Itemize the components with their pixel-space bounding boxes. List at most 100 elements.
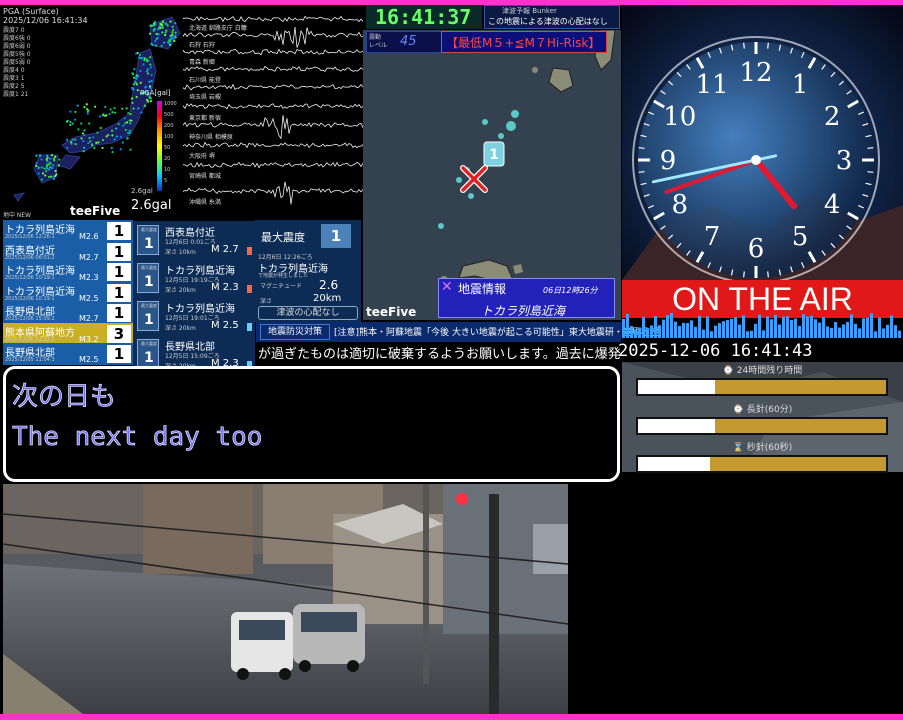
- analog-clock-panel: 12 1 2 3 4 5 6 7 8 9 10 11: [622, 5, 903, 280]
- card-intensity-box: 最大震度 1: [137, 301, 159, 331]
- clock-tick: [743, 271, 745, 278]
- eq-list-row[interactable]: トカラ列島近海 2025/12/06 10:19:1 M2.3 1: [3, 261, 133, 283]
- spectrum-bar: [850, 314, 853, 338]
- spectrum-bar: [698, 315, 701, 338]
- spectrum-bar: [674, 321, 677, 338]
- clock-center: [751, 155, 761, 165]
- spectrum-bar: [638, 327, 641, 338]
- spectrum-bar: [818, 322, 821, 338]
- card-color-marker: [247, 323, 252, 331]
- earthquake-list: トカラ列島近海 2025/12/06 12:26:1 M2.6 1 西表島付近 2025/…: [3, 220, 133, 365]
- wave-label: 青森 新郷: [189, 59, 215, 66]
- spectrum-bar: [802, 314, 805, 338]
- spectrum-bar: [662, 319, 665, 338]
- clock-number: 11: [695, 70, 728, 100]
- progress-fill: [638, 457, 710, 471]
- progress-bar-second: [636, 455, 888, 473]
- eq-list-row[interactable]: 長野県北部 2025/12/05 11:04:3 M2.5 1: [3, 343, 133, 365]
- clock-number: 12: [739, 58, 772, 88]
- pga-color-scale: [157, 101, 162, 191]
- eq-info-time: 06日12時26分: [543, 286, 598, 295]
- eq-list-intensity: 1: [107, 304, 131, 322]
- shaking-level-value: 45: [400, 34, 417, 49]
- eq-list-intensity: 1: [107, 263, 131, 281]
- progress-label-second: ⌛ 秒針(60秒): [732, 443, 793, 453]
- shaking-level-label: 震動 レベル: [369, 34, 388, 49]
- eq-list-row[interactable]: トカラ列島近海 2025/12/06 10:19:1 M2.5 1: [3, 281, 133, 304]
- spectrum-bar: [714, 325, 717, 338]
- spectrum-bar: [846, 321, 849, 338]
- eq-list-date: 2025/12/06 12:26:1: [5, 234, 55, 240]
- eq-list-row[interactable]: トカラ列島近海 2025/12/06 12:26:1 M2.6 1: [3, 220, 133, 242]
- epicenter-map-svg: 1: [438, 30, 616, 284]
- earthquake-card[interactable]: 最大震度 1 トカラ列島近海 12月5日 19:01ごろ 深さ 20km M 2.5: [133, 297, 255, 335]
- wave-label: 神奈川県 相模原: [189, 134, 233, 141]
- progress-fill: [638, 380, 715, 394]
- spectrum-bar: [718, 323, 721, 338]
- spectrum-bar: [646, 328, 649, 338]
- card-intensity-box: 最大震度 1: [137, 225, 159, 255]
- intensity-stats: 震度7 0 震度6強 0 震度6弱 0 震度5強 0 震度5弱 0 震度4 0 …: [3, 27, 31, 98]
- spectrum-bar: [758, 314, 761, 338]
- spectrum-bar: [882, 328, 885, 338]
- earthquake-card[interactable]: 最大震度 1 トカラ列島近海 12月5日 19:19ごろ 深さ 20km M 2.3: [133, 259, 255, 297]
- clock-tick: [638, 171, 645, 173]
- spectrum-bar: [630, 326, 633, 338]
- spectrum-bar: [886, 324, 889, 338]
- waveform-trace: [183, 141, 363, 149]
- spectrum-bar: [838, 327, 841, 338]
- eq-list-date: 2025/12/06 06:01:2: [5, 254, 55, 261]
- eq-list-intensity: 1: [107, 345, 131, 363]
- waveform-trace: [183, 65, 363, 72]
- ticker-text: [注意]熊本・阿蘇地震「今後 大きい地震が起こる可能性」東大地震研・笠原教授: [334, 328, 659, 338]
- progress-label-24h: ⌚ 24時間残り時間: [722, 366, 803, 376]
- depth-value: 20km: [313, 293, 342, 304]
- audio-spectrum: [622, 312, 901, 338]
- spectrum-bar: [790, 319, 793, 338]
- spectrum-bar: [842, 324, 845, 338]
- eq-info-title: 地震情報: [458, 282, 507, 296]
- spectrum-bar: [806, 316, 809, 338]
- spectrum-bar: [746, 331, 749, 338]
- spectrum-bar: [834, 321, 837, 338]
- card-intensity-value: 1: [144, 274, 154, 290]
- street-camera-feed: [3, 484, 568, 714]
- card-depth: 深さ 20km: [165, 287, 196, 294]
- progress-bar-minute: [636, 417, 888, 435]
- clock-number: 3: [836, 146, 853, 176]
- spectrum-bar: [622, 319, 625, 338]
- spectrum-bar: [858, 328, 861, 338]
- spectrum-bar: [894, 325, 897, 338]
- progress-label-minute: ⌚ 長針(60分): [732, 405, 793, 415]
- eq-list-intensity: 1: [107, 242, 131, 261]
- pga-map-panel: PGA (Surface) 2025/12/06 16:41:34 震度7 0 震…: [0, 5, 183, 215]
- eq-list-row[interactable]: 長野県北部 2025/12/06 15:09:2 M2.7 1: [3, 302, 133, 324]
- progress-bar-24h: [636, 378, 888, 396]
- card-magnitude: M 2.7: [211, 244, 239, 255]
- spectrum-bar: [742, 315, 745, 338]
- datetime-display: 2025-12-06 16:41:43: [618, 341, 813, 361]
- eq-list-row[interactable]: 熊本県阿蘇地方 2025/12/06 12:32:1 M3.2 3: [3, 322, 133, 345]
- wave-label: 埼玉県 岩槻: [189, 94, 221, 101]
- spectrum-bar: [654, 315, 657, 338]
- eq-list-row[interactable]: 西表島付近 2025/12/06 06:01:2 M2.7 1: [3, 240, 133, 263]
- spectrum-bar: [750, 330, 753, 338]
- spectrum-bar: [694, 326, 697, 338]
- spectrum-bar: [658, 325, 661, 338]
- tsunami-forecast-text: この地震による津波の心配はなし: [488, 17, 608, 26]
- spectrum-bar: [734, 317, 737, 338]
- eq-list-header: 地中 NEW: [3, 212, 32, 219]
- teefive-logo: teeFive: [366, 305, 417, 319]
- card-intensity-value: 1: [144, 312, 154, 328]
- eq-list-intensity: 3: [107, 324, 131, 343]
- spectrum-bar: [754, 323, 757, 338]
- max-intensity-value: 1: [321, 224, 351, 248]
- earthquake-card[interactable]: 最大震度 1 西表島付近 12月6日 0:01ごろ 深さ 10km M 2.7: [133, 221, 255, 259]
- clock-number: 4: [824, 190, 841, 220]
- eq-list-date: 2025/12/05 11:04:3: [5, 357, 55, 363]
- white-van: [231, 612, 293, 680]
- spectrum-bar: [690, 320, 693, 338]
- spectrum-bar: [766, 316, 769, 338]
- card-intensity-box: 最大震度 1: [137, 339, 159, 369]
- spectrum-bar: [682, 322, 685, 338]
